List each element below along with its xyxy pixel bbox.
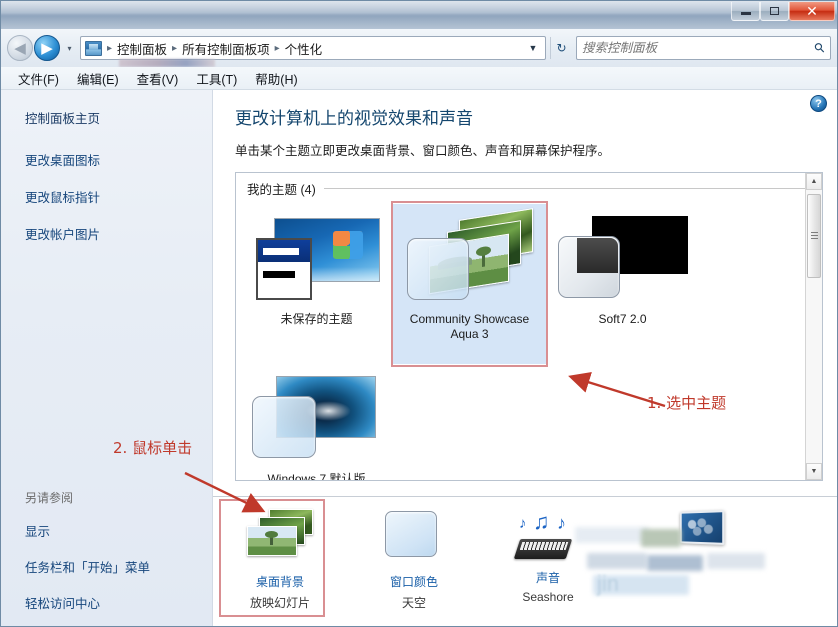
aero-pane-icon — [557, 236, 620, 298]
setting-desktop-background[interactable]: 桌面背景 放映幻灯片 — [213, 499, 347, 617]
minimize-button[interactable] — [731, 2, 760, 21]
breadcrumb-all-items[interactable]: 所有控制面板项 — [179, 39, 273, 58]
address-bar: ◀ ▶ ▾ ▸ 控制面板 ▸ 所有控制面板项 ▸ 个性化 ▼ ↻ ⚲ — [1, 29, 837, 67]
setting-screen-saver[interactable]: jin — [575, 503, 815, 596]
theme-item-soft7[interactable]: Soft7 2.0 — [546, 204, 699, 364]
personalization-settings-bar: 桌面背景 放映幻灯片 窗口颜色 天空 ♪ ♫ ♪ 声音 Seashore jin — [213, 496, 837, 626]
aero-pane-icon — [406, 238, 469, 300]
scrollbar-grip-icon — [810, 232, 818, 240]
theme-thumbnail — [557, 212, 688, 306]
setting-value: 放映幻灯片 — [249, 596, 310, 610]
sidebar: 控制面板主页 更改桌面图标 更改鼠标指针 更改帐户图片 另请参阅 显示 任务栏和… — [1, 90, 213, 626]
breadcrumb-separator-2: ▸ — [274, 42, 280, 54]
menu-edit[interactable]: 编辑(E) — [68, 67, 128, 90]
theme-group-header: 我的主题 (4) — [236, 173, 822, 200]
scroll-down-button[interactable]: ▼ — [806, 463, 822, 480]
theme-group-label: 我的主题 (4) — [247, 183, 316, 197]
window-preview-icon — [255, 238, 312, 300]
sidebar-item-home[interactable]: 控制面板主页 — [25, 108, 212, 127]
theme-label: 未保存的主题 — [280, 312, 353, 326]
sidebar-item-taskbar-start[interactable]: 任务栏和「开始」菜单 — [25, 557, 150, 576]
breadcrumb-bar[interactable]: ▸ 控制面板 ▸ 所有控制面板项 ▸ 个性化 ▼ — [80, 36, 546, 67]
maximize-button[interactable] — [760, 2, 789, 21]
breadcrumb-separator-0: ▸ — [107, 42, 113, 54]
sidebar-item-desktop-icons[interactable]: 更改桌面图标 — [25, 150, 212, 169]
refresh-icon: ↻ — [556, 41, 567, 55]
title-bar-glass — [1, 1, 837, 29]
sound-keyboard-icon: ♪ ♫ ♪ — [511, 509, 585, 567]
theme-grid: 未保存的主题 Community Showcase Aqua 3 Soft7 2… — [236, 200, 822, 481]
sidebar-item-display[interactable]: 显示 — [25, 521, 150, 540]
chevron-down-icon: ▼ — [810, 468, 818, 475]
forward-arrow-icon: ▶ — [41, 40, 53, 57]
chevron-down-icon: ▾ — [67, 43, 72, 53]
window-controls: ✕ — [731, 2, 835, 21]
sidebar-item-mouse-pointers[interactable]: 更改鼠标指针 — [25, 187, 212, 206]
setting-title: 窗口颜色 — [389, 575, 438, 589]
theme-thumbnail — [251, 372, 382, 466]
aero-pane-icon — [377, 509, 451, 571]
scrollbar-thumb[interactable] — [807, 194, 821, 278]
menu-file[interactable]: 文件(F) — [9, 67, 68, 90]
scroll-up-button[interactable]: ▲ — [806, 173, 822, 190]
recent-pages-dropdown[interactable]: ▾ — [63, 35, 76, 61]
title-bar: ✕ — [1, 1, 837, 29]
breadcrumb-control-panel[interactable]: 控制面板 — [114, 39, 170, 58]
page-title: 更改计算机上的视觉效果和声音 — [235, 109, 473, 128]
theme-label: Windows 7 默认版 — [267, 472, 366, 481]
breadcrumb-separator-1: ▸ — [172, 42, 178, 54]
chevron-up-icon: ▲ — [810, 178, 818, 185]
setting-title: 桌面背景 — [255, 575, 304, 589]
theme-thumbnail — [405, 208, 535, 306]
forward-button[interactable]: ▶ — [34, 35, 60, 61]
setting-window-color[interactable]: 窗口颜色 天空 — [347, 503, 481, 611]
back-button[interactable]: ◀ — [7, 35, 33, 61]
theme-label: Soft7 2.0 — [598, 312, 647, 326]
screensaver-icon — [660, 509, 770, 567]
menu-help[interactable]: 帮助(H) — [246, 67, 306, 90]
theme-list-panel: 我的主题 (4) 未保存的主题 Community Showcase Aqua … — [235, 172, 823, 481]
refresh-button[interactable]: ↻ — [550, 37, 572, 59]
menu-view[interactable]: 查看(V) — [128, 67, 188, 90]
page-subtitle: 单击某个主题立即更改桌面背景、窗口颜色、声音和屏幕保护程序。 — [235, 144, 611, 158]
control-panel-icon — [85, 40, 102, 56]
sidebar-item-account-picture[interactable]: 更改帐户图片 — [25, 224, 212, 243]
close-button[interactable]: ✕ — [789, 2, 835, 21]
search-input[interactable] — [582, 41, 816, 55]
menu-tools[interactable]: 工具(T) — [187, 67, 246, 90]
photo-stack-icon — [243, 509, 317, 571]
help-icon[interactable]: ? — [810, 95, 827, 112]
scrollbar-track[interactable] — [806, 190, 822, 463]
theme-label: Community Showcase Aqua 3 — [409, 312, 530, 341]
theme-item-unsaved[interactable]: 未保存的主题 — [240, 204, 393, 364]
setting-value: Seashore — [522, 590, 574, 604]
breadcrumb-personalization[interactable]: 个性化 — [282, 39, 326, 58]
search-box[interactable]: ⚲ — [576, 36, 831, 60]
maximize-icon — [770, 7, 779, 15]
back-arrow-icon: ◀ — [14, 40, 26, 57]
breadcrumb-history-dropdown[interactable]: ▼ — [523, 37, 543, 59]
see-also-title: 另请参阅 — [25, 491, 74, 505]
monitor-icon — [680, 510, 725, 545]
theme-item-community-showcase-aqua-3[interactable]: Community Showcase Aqua 3 — [391, 201, 548, 367]
setting-sounds[interactable]: ♪ ♫ ♪ 声音 Seashore — [481, 503, 615, 604]
see-also-section: 另请参阅 显示 任务栏和「开始」菜单 轻松访问中心 — [25, 489, 150, 612]
close-icon: ✕ — [806, 2, 818, 19]
theme-list-scrollbar[interactable]: ▲ ▼ — [805, 173, 822, 480]
menu-bar: 文件(F) 编辑(E) 查看(V) 工具(T) 帮助(H) — [1, 67, 837, 90]
sidebar-item-ease-of-access[interactable]: 轻松访问中心 — [25, 593, 150, 612]
theme-thumbnail — [252, 212, 382, 306]
setting-value: 天空 — [401, 596, 426, 610]
aero-pane-icon — [251, 396, 316, 458]
theme-item-windows7-default[interactable]: Windows 7 默认版 — [240, 364, 393, 481]
setting-title: 声音 — [535, 571, 560, 585]
group-divider — [323, 188, 812, 189]
minimize-icon — [740, 12, 751, 15]
personalization-window: ✕ ◀ ▶ ▾ ▸ 控制面板 ▸ 所有控制面板项 ▸ 个性化 ▼ ↻ 搜索控制面… — [0, 0, 838, 627]
